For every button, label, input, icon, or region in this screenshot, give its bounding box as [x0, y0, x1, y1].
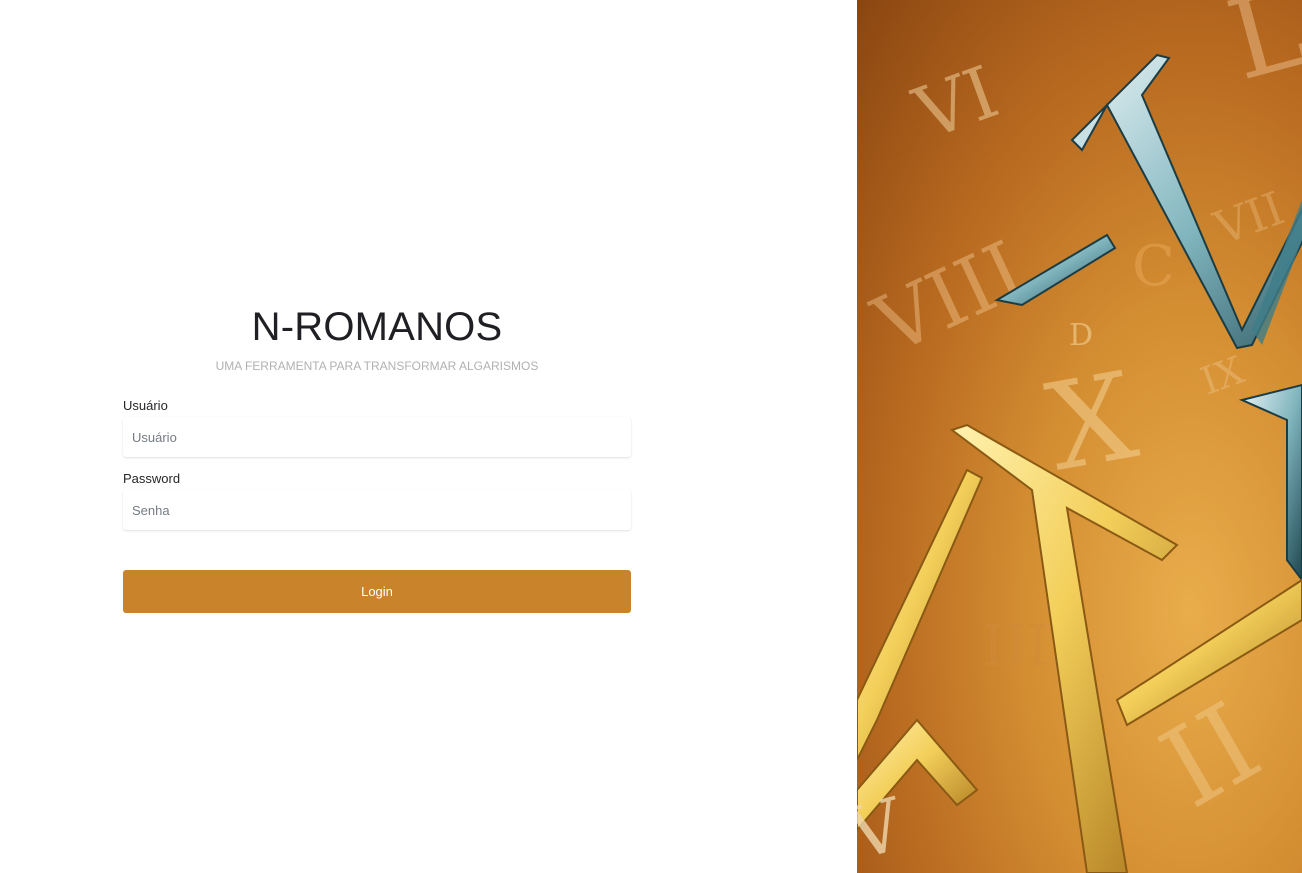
- numeral-d: D: [1069, 318, 1093, 353]
- steel-numeral-edge: [1238, 383, 1302, 582]
- numeral-vi: VI: [903, 50, 1008, 157]
- roman-numerals-hero-image: VI L VII C D VIII X IX III II V: [857, 0, 1302, 873]
- numeral-vii: VII: [1206, 181, 1291, 256]
- roman-numerals-illustration: VI L VII C D VIII X IX III II V: [857, 0, 1302, 873]
- login-form: N-ROMANOS UMA FERRAMENTA PARA TRANSFORMA…: [123, 300, 631, 613]
- login-button[interactable]: Login: [123, 570, 631, 613]
- numeral-iii: III: [982, 614, 1048, 679]
- app-subtitle: UMA FERRAMENTA PARA TRANSFORMAR ALGARISM…: [215, 359, 539, 373]
- numeral-v-edge: V: [857, 781, 914, 873]
- login-panel: N-ROMANOS UMA FERRAMENTA PARA TRANSFORMA…: [0, 0, 857, 873]
- password-label: Password: [123, 471, 181, 486]
- numeral-l-top: L: [1216, 0, 1302, 105]
- numeral-c: C: [1132, 234, 1175, 299]
- numeral-ix: IX: [1195, 348, 1250, 404]
- password-input[interactable]: [123, 490, 631, 530]
- username-input[interactable]: [123, 417, 631, 457]
- username-label: Usuário: [123, 398, 168, 413]
- login-page: N-ROMANOS UMA FERRAMENTA PARA TRANSFORMA…: [0, 0, 1302, 873]
- app-title: N-ROMANOS: [251, 305, 503, 349]
